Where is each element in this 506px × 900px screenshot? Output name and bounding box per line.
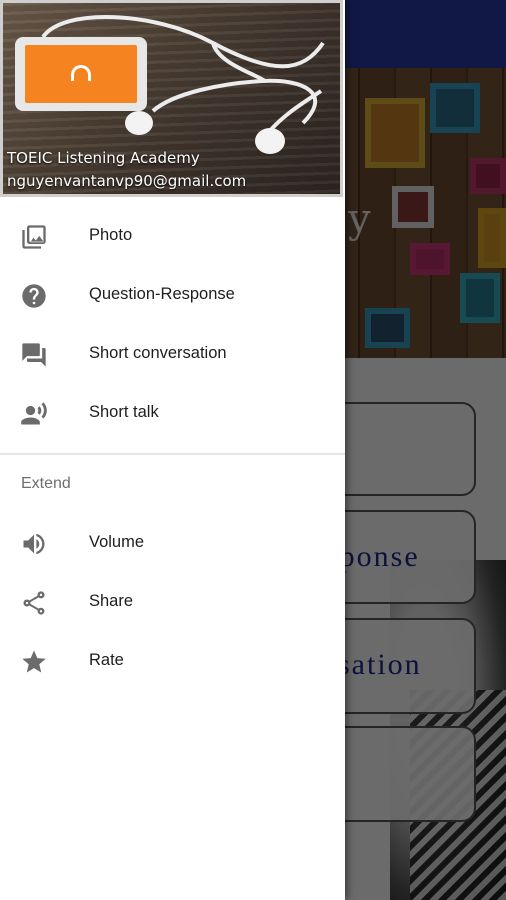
menu-item-volume[interactable]: Volume [0,514,345,573]
menu-item-short-talk[interactable]: Short talk [0,384,345,443]
speaker-person-icon [20,400,48,428]
menu-label-short-conversation: Short conversation [89,344,227,362]
drawer-app-name: TOEIC Listening Academy [7,149,200,167]
star-icon [20,648,48,676]
main-menu: Photo Question-Response Short conversati… [0,207,345,443]
menu-label-rate: Rate [89,651,124,669]
drawer-header: TOEIC Listening Academy nguyenvantanvp90… [0,0,343,197]
chat-icon [20,341,48,369]
share-icon [20,589,48,617]
volume-icon [20,530,48,558]
menu-item-share[interactable]: Share [0,573,345,632]
menu-label-share: Share [89,592,134,610]
photo-icon [20,223,48,251]
drawer-email: nguyenvantanvp90@gmail.com [7,172,247,190]
navigation-drawer: TOEIC Listening Academy nguyenvantanvp90… [0,0,345,900]
menu-item-short-conversation[interactable]: Short conversation [0,325,345,384]
help-circle-icon [20,282,48,310]
menu-divider [0,453,345,455]
section-title-extend: Extend [21,475,71,492]
menu-label-short-talk: Short talk [89,403,159,421]
menu-item-question-response[interactable]: Question-Response [0,266,345,325]
menu-label-volume: Volume [89,533,145,551]
menu-item-rate[interactable]: Rate [0,632,345,691]
menu-label-photo: Photo [89,226,133,244]
menu-item-photo[interactable]: Photo [0,207,345,266]
extend-menu: Volume Share Rate [0,514,345,691]
menu-label-question-response: Question-Response [89,285,235,303]
phone-image [15,37,147,111]
